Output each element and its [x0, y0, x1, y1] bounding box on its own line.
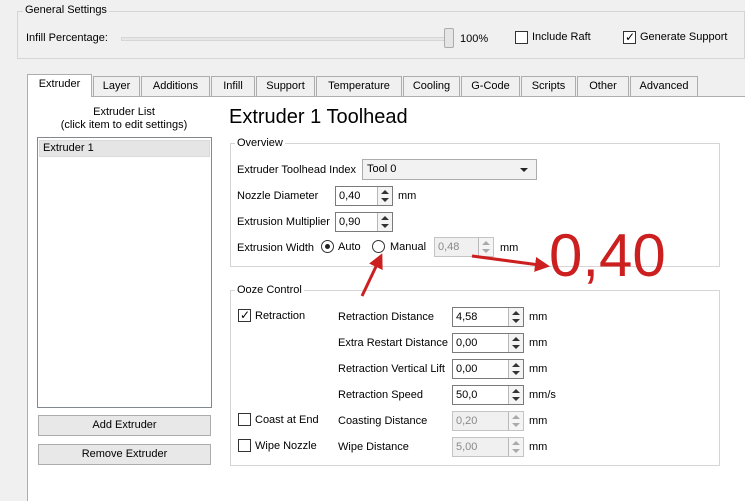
infill-percentage-label: Infill Percentage:: [26, 32, 108, 44]
retraction-vertical-lift-value: 0,00: [456, 363, 478, 375]
retraction-speed-label: Retraction Speed: [338, 389, 423, 401]
extrusion-width-spinbox: 0,48: [434, 237, 494, 257]
wipe-distance-spinbox: 5,00: [452, 437, 524, 457]
extruder-list-subtitle: (click item to edit settings): [60, 119, 188, 131]
extrusion-width-value: 0,48: [438, 241, 460, 253]
annotation-number: 0,40: [549, 222, 666, 289]
coast-at-end-label[interactable]: Coast at End: [255, 414, 319, 426]
spin-buttons[interactable]: [508, 386, 523, 404]
retraction-distance-label: Retraction Distance: [338, 311, 434, 323]
extrusion-width-auto-label[interactable]: Auto: [338, 241, 361, 253]
tab-support[interactable]: Support: [256, 76, 315, 96]
coasting-distance-unit: mm: [529, 415, 548, 427]
include-raft-checkbox[interactable]: [515, 31, 528, 44]
list-item[interactable]: Extruder 1: [39, 140, 210, 157]
tab-infill[interactable]: Infill: [211, 76, 255, 96]
extrusion-multiplier-spinbox[interactable]: 0,90: [335, 212, 393, 232]
extrusion-multiplier-value: 0,90: [339, 216, 361, 228]
retraction-vertical-lift-spinbox[interactable]: 0,00: [452, 359, 524, 379]
toolhead-index-value: Tool 0: [367, 163, 397, 175]
coasting-distance-value: 0,20: [456, 415, 478, 427]
wipe-distance-value: 5,00: [456, 441, 478, 453]
wipe-nozzle-label[interactable]: Wipe Nozzle: [255, 440, 317, 452]
tab-other[interactable]: Other: [577, 76, 629, 96]
tab-gcode[interactable]: G-Code: [461, 76, 520, 96]
nozzle-diameter-label: Nozzle Diameter: [237, 190, 319, 202]
tab-scripts[interactable]: Scripts: [521, 76, 576, 96]
extrusion-width-manual-radio[interactable]: [372, 240, 385, 253]
retraction-vertical-lift-unit: mm: [529, 363, 548, 375]
checkmark-icon: ✓: [240, 308, 251, 322]
add-extruder-button[interactable]: Add Extruder: [38, 415, 211, 436]
overview-title: Overview: [235, 137, 285, 149]
extruder-list[interactable]: Extruder 1: [37, 137, 212, 408]
tab-temperature[interactable]: Temperature: [316, 76, 402, 96]
wipe-distance-unit: mm: [529, 441, 548, 453]
ooze-control-title: Ooze Control: [235, 284, 304, 296]
coasting-distance-spinbox: 0,20: [452, 411, 524, 431]
include-raft-label[interactable]: Include Raft: [532, 31, 591, 43]
spin-buttons[interactable]: [377, 213, 392, 231]
general-settings-title: General Settings: [23, 4, 109, 16]
radio-dot: [325, 244, 330, 249]
spin-buttons: [508, 438, 523, 456]
checkmark-icon: ✓: [625, 30, 636, 44]
page-title: Extruder 1 Toolhead: [229, 106, 408, 128]
retraction-speed-unit: mm/s: [529, 389, 556, 401]
tab-extruder[interactable]: Extruder: [27, 74, 92, 97]
extrusion-width-label: Extrusion Width: [237, 242, 315, 254]
coast-at-end-checkbox[interactable]: [238, 413, 251, 426]
retraction-checkbox[interactable]: ✓: [238, 308, 251, 322]
extra-restart-distance-label: Extra Restart Distance: [338, 337, 449, 349]
extra-restart-distance-value: 0,00: [456, 337, 478, 349]
spin-buttons[interactable]: [508, 308, 523, 326]
coasting-distance-label: Coasting Distance: [338, 415, 428, 427]
extrusion-width-unit: mm: [500, 242, 519, 254]
toolhead-index-select[interactable]: Tool 0: [362, 159, 537, 180]
spin-buttons: [508, 412, 523, 430]
extrusion-width-manual-label[interactable]: Manual: [390, 241, 426, 253]
tab-advanced[interactable]: Advanced: [630, 76, 698, 96]
remove-extruder-button[interactable]: Remove Extruder: [38, 444, 211, 465]
tab-additions[interactable]: Additions: [141, 76, 210, 96]
retraction-speed-value: 50,0: [456, 389, 478, 401]
toolhead-index-label: Extruder Toolhead Index: [237, 164, 357, 176]
chevron-down-icon: [520, 168, 528, 172]
wipe-nozzle-checkbox[interactable]: [238, 439, 251, 452]
extra-restart-distance-unit: mm: [529, 337, 548, 349]
tab-cooling[interactable]: Cooling: [403, 76, 460, 96]
nozzle-diameter-spinbox[interactable]: 0,40: [335, 186, 393, 206]
extrusion-width-auto-radio[interactable]: [321, 240, 334, 253]
retraction-label[interactable]: Retraction: [255, 310, 305, 322]
retraction-distance-unit: mm: [529, 311, 548, 323]
extrusion-multiplier-label: Extrusion Multiplier: [237, 216, 330, 228]
retraction-distance-spinbox[interactable]: 4,58: [452, 307, 524, 327]
retraction-distance-value: 4,58: [456, 311, 478, 323]
generate-support-checkbox[interactable]: ✓: [623, 30, 636, 44]
extruder-list-title: Extruder List: [93, 106, 155, 118]
nozzle-diameter-unit: mm: [398, 190, 417, 202]
tab-layer[interactable]: Layer: [93, 76, 140, 96]
retraction-vertical-lift-label: Retraction Vertical Lift: [338, 363, 445, 375]
nozzle-diameter-value: 0,40: [339, 190, 361, 202]
spin-buttons: [478, 238, 493, 256]
wipe-distance-label: Wipe Distance: [338, 441, 409, 453]
spin-buttons[interactable]: [508, 360, 523, 378]
infill-slider-thumb[interactable]: [444, 28, 454, 48]
generate-support-label[interactable]: Generate Support: [640, 31, 727, 43]
retraction-speed-spinbox[interactable]: 50,0: [452, 385, 524, 405]
infill-percentage-value: 100%: [460, 33, 489, 45]
infill-slider-track[interactable]: [121, 37, 454, 41]
spin-buttons[interactable]: [377, 187, 392, 205]
spin-buttons[interactable]: [508, 334, 523, 352]
extra-restart-distance-spinbox[interactable]: 0,00: [452, 333, 524, 353]
